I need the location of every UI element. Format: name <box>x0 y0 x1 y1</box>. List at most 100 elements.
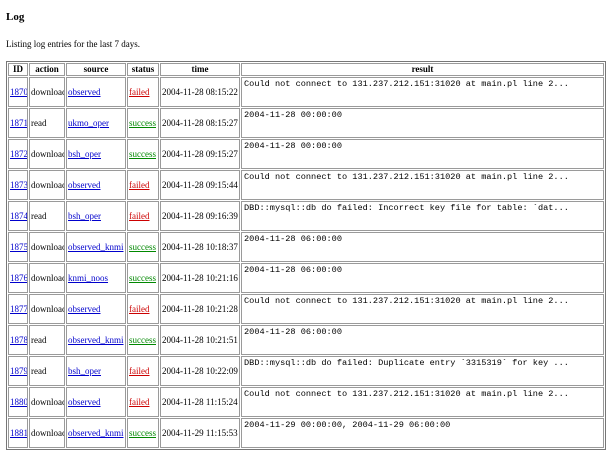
source-link[interactable]: observed <box>68 397 101 407</box>
time-cell: 2004-11-28 09:15:44 <box>160 170 240 200</box>
action-cell: read <box>29 325 65 355</box>
entry-id-link[interactable]: 1879 <box>10 366 27 376</box>
entry-id-link[interactable]: 1875 <box>10 242 27 252</box>
id-cell: 1879 <box>8 356 28 386</box>
status-link[interactable]: failed <box>129 180 150 190</box>
source-cell: observed_knmi <box>66 232 126 262</box>
table-row: 1874 read bsh_oper failed 2004-11-28 09:16:3… <box>8 201 604 231</box>
source-link[interactable]: observed <box>68 304 101 314</box>
id-cell: 1877 <box>8 294 28 324</box>
table-row: 1872 download bsh_oper success 2004-11-28 09… <box>8 139 604 169</box>
column-header-action: action <box>29 63 65 76</box>
log-page: Log Listing log entries for the last 7 d… <box>0 0 612 450</box>
status-link[interactable]: failed <box>129 211 150 221</box>
result-cell: Could not connect to 131.237.212.151:310… <box>241 294 604 324</box>
source-cell: observed <box>66 387 126 417</box>
log-table: ID action source status time result 1870… <box>6 61 606 450</box>
source-cell: observed_knmi <box>66 325 126 355</box>
table-row: 1881 download observed_knmi success 2004-11-… <box>8 418 604 448</box>
column-header-time: time <box>160 63 240 76</box>
entry-id-link[interactable]: 1877 <box>10 304 27 314</box>
table-header-row: ID action source status time result <box>8 63 604 76</box>
column-header-status: status <box>127 63 159 76</box>
action-cell: download <box>29 232 65 262</box>
action-cell: download <box>29 294 65 324</box>
source-link[interactable]: bsh_oper <box>68 366 101 376</box>
action-cell: download <box>29 170 65 200</box>
entry-id-link[interactable]: 1876 <box>10 273 27 283</box>
time-cell: 2004-11-28 10:22:09 <box>160 356 240 386</box>
result-cell: 2004-11-28 06:00:00 <box>241 325 604 355</box>
status-cell: success <box>127 139 159 169</box>
status-link[interactable]: success <box>129 118 156 128</box>
time-cell: 2004-11-28 09:16:39 <box>160 201 240 231</box>
table-row: 1876 download knmi_noos success 2004-11-28 1… <box>8 263 604 293</box>
source-link[interactable]: knmi_noos <box>68 273 108 283</box>
entry-id-link[interactable]: 1870 <box>10 87 27 97</box>
status-link[interactable]: success <box>129 149 156 159</box>
source-link[interactable]: observed_knmi <box>68 335 124 345</box>
result-cell: 2004-11-28 00:00:00 <box>241 139 604 169</box>
result-cell: 2004-11-28 00:00:00 <box>241 108 604 138</box>
status-link[interactable]: success <box>129 242 156 252</box>
status-cell: failed <box>127 387 159 417</box>
source-link[interactable]: observed <box>68 180 101 190</box>
entry-id-link[interactable]: 1881 <box>10 428 27 438</box>
page-title: Log <box>6 11 25 23</box>
table-row: 1877 download observed failed 2004-11-28 10:… <box>8 294 604 324</box>
entry-id-link[interactable]: 1872 <box>10 149 27 159</box>
action-cell: read <box>29 356 65 386</box>
table-row: 1875 download observed_knmi success 2004-11-… <box>8 232 604 262</box>
source-link[interactable]: observed <box>68 87 101 97</box>
status-link[interactable]: failed <box>129 366 150 376</box>
time-cell: 2004-11-28 10:21:28 <box>160 294 240 324</box>
source-cell: observed_knmi <box>66 418 126 448</box>
source-link[interactable]: bsh_oper <box>68 149 101 159</box>
id-cell: 1876 <box>8 263 28 293</box>
time-cell: 2004-11-28 09:15:27 <box>160 139 240 169</box>
action-cell: download <box>29 418 65 448</box>
time-cell: 2004-11-28 08:15:22 <box>160 77 240 107</box>
source-link[interactable]: observed_knmi <box>68 242 124 252</box>
status-cell: failed <box>127 170 159 200</box>
id-cell: 1878 <box>8 325 28 355</box>
time-cell: 2004-11-28 10:21:16 <box>160 263 240 293</box>
column-header-result: result <box>241 63 604 76</box>
result-cell: 2004-11-28 06:00:00 <box>241 263 604 293</box>
status-link[interactable]: success <box>129 273 156 283</box>
entry-id-link[interactable]: 1871 <box>10 118 27 128</box>
id-cell: 1874 <box>8 201 28 231</box>
source-cell: observed <box>66 170 126 200</box>
source-link[interactable]: ukmo_oper <box>68 118 109 128</box>
status-link[interactable]: success <box>129 335 156 345</box>
status-cell: success <box>127 263 159 293</box>
action-cell: read <box>29 108 65 138</box>
source-link[interactable]: observed_knmi <box>68 428 124 438</box>
entry-id-link[interactable]: 1880 <box>10 397 27 407</box>
action-cell: download <box>29 263 65 293</box>
status-link[interactable]: failed <box>129 87 150 97</box>
time-cell: 2004-11-28 08:15:27 <box>160 108 240 138</box>
status-link[interactable]: failed <box>129 304 150 314</box>
source-link[interactable]: bsh_oper <box>68 211 101 221</box>
status-link[interactable]: failed <box>129 397 150 407</box>
entry-id-link[interactable]: 1873 <box>10 180 27 190</box>
source-cell: ukmo_oper <box>66 108 126 138</box>
status-cell: failed <box>127 201 159 231</box>
id-cell: 1881 <box>8 418 28 448</box>
entry-id-link[interactable]: 1874 <box>10 211 27 221</box>
status-cell: success <box>127 232 159 262</box>
id-cell: 1871 <box>8 108 28 138</box>
table-row: 1873 download observed failed 2004-11-28 09:… <box>8 170 604 200</box>
action-cell: download <box>29 139 65 169</box>
status-link[interactable]: success <box>129 428 156 438</box>
table-row: 1880 download observed failed 2004-11-28 11:… <box>8 387 604 417</box>
source-cell: bsh_oper <box>66 201 126 231</box>
result-cell: 2004-11-28 06:00:00 <box>241 232 604 262</box>
time-cell: 2004-11-29 11:15:53 <box>160 418 240 448</box>
time-cell: 2004-11-28 10:18:37 <box>160 232 240 262</box>
source-cell: observed <box>66 77 126 107</box>
id-cell: 1872 <box>8 139 28 169</box>
entry-id-link[interactable]: 1878 <box>10 335 27 345</box>
status-cell: success <box>127 325 159 355</box>
